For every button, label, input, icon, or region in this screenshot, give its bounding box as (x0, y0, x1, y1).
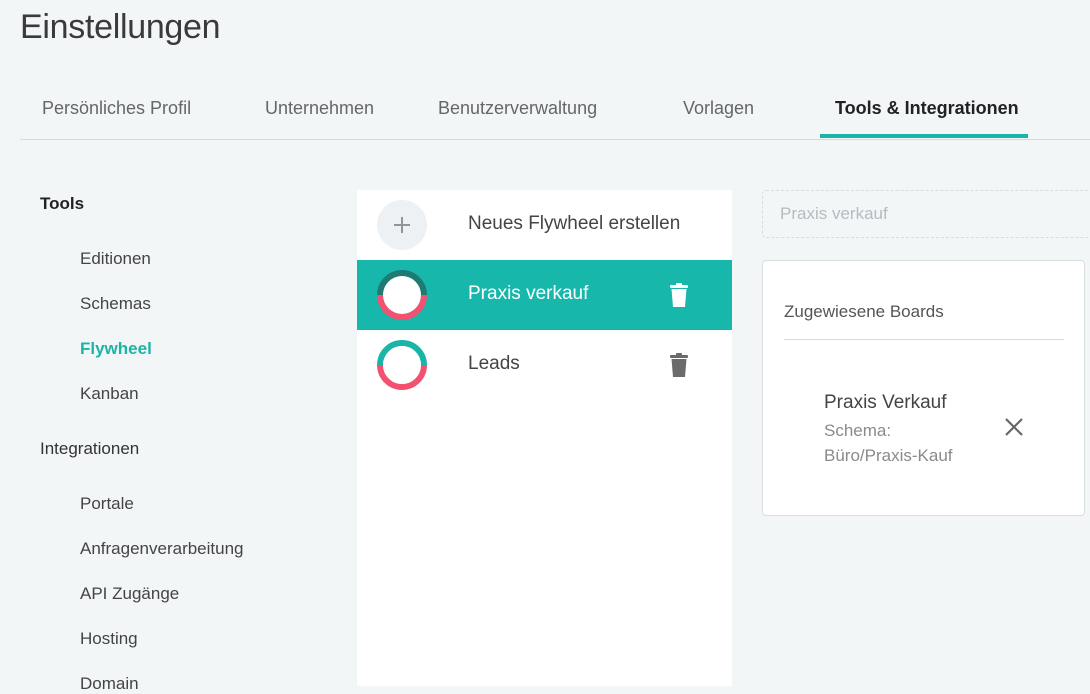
sidebar-item-portale[interactable]: Portale (80, 494, 134, 514)
card-divider (784, 339, 1064, 340)
page-title: Einstellungen (20, 8, 221, 46)
board-schema-label: Schema: (824, 421, 892, 440)
trash-icon[interactable] (670, 283, 688, 307)
sidebar-item-anfragenverarbeitung[interactable]: Anfragenverarbeitung (80, 539, 244, 559)
active-tab-indicator (820, 134, 1028, 138)
assigned-boards-title: Zugewiesene Boards (784, 302, 944, 321)
sidebar-item-schemas[interactable]: Schemas (80, 294, 151, 314)
close-icon[interactable] (1003, 416, 1025, 438)
sidebar-item-kanban[interactable]: Kanban (80, 384, 139, 404)
tab-tools-integrationen[interactable]: Tools & Integrationen (835, 98, 1019, 119)
flywheel-item-label: Leads (468, 353, 520, 374)
create-flywheel-row[interactable]: Neues Flywheel erstellen (357, 190, 732, 260)
sidebar-item-api-zugaenge[interactable]: API Zugänge (80, 584, 179, 604)
tab-vorlagen[interactable]: Vorlagen (683, 98, 754, 119)
flywheel-name-field[interactable] (762, 190, 1090, 238)
sidebar-item-editionen[interactable]: Editionen (80, 249, 151, 269)
tab-unternehmen[interactable]: Unternehmen (265, 98, 374, 119)
add-button[interactable] (377, 200, 427, 250)
flywheel-list: Neues Flywheel erstellen Praxis verkauf … (357, 190, 732, 686)
sidebar-item-flywheel[interactable]: Flywheel (80, 339, 152, 359)
assigned-boards-card: Zugewiesene Boards Praxis Verkauf Schema… (762, 260, 1085, 516)
sidebar-item-domain[interactable]: Domain (80, 674, 139, 694)
sidebar-heading-tools: Tools (40, 194, 85, 213)
settings-tabs: Persönliches Profil Unternehmen Benutzer… (20, 78, 1090, 140)
flywheel-item-label: Praxis verkauf (468, 283, 589, 304)
flywheel-ring-icon (377, 270, 427, 320)
board-name: Praxis Verkauf (824, 392, 947, 413)
flywheel-item-leads[interactable]: Leads (357, 330, 732, 400)
plus-icon (394, 217, 410, 233)
tab-persoenliches-profil[interactable]: Persönliches Profil (42, 98, 191, 119)
flywheel-item-praxis-verkauf[interactable]: Praxis verkauf (357, 260, 732, 330)
create-flywheel-label: Neues Flywheel erstellen (468, 213, 681, 234)
flywheel-name-input[interactable] (780, 204, 1080, 224)
sidebar-item-hosting[interactable]: Hosting (80, 629, 138, 649)
board-schema-value: Büro/Praxis-Kauf (824, 446, 953, 465)
tab-benutzerverwaltung[interactable]: Benutzerverwaltung (438, 98, 597, 119)
flywheel-ring-icon (377, 340, 427, 390)
sidebar-heading-integrationen[interactable]: Integrationen (40, 439, 139, 459)
trash-icon[interactable] (670, 353, 688, 377)
